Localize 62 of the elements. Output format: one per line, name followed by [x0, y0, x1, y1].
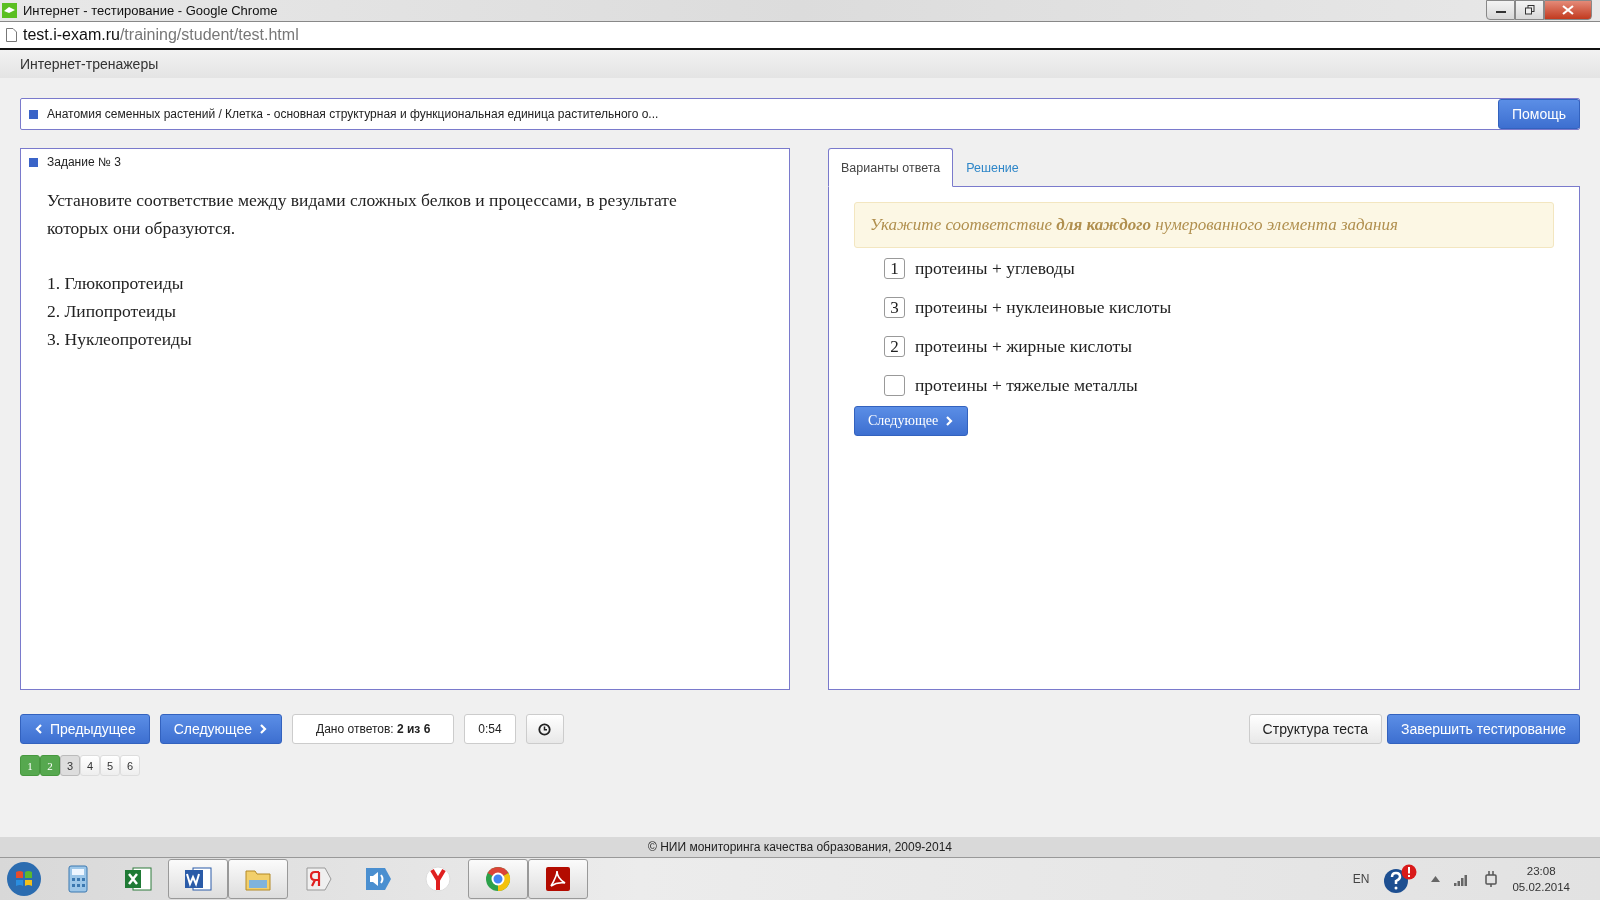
document-icon[interactable]	[183, 864, 213, 894]
answer-field[interactable]: 2	[884, 336, 905, 357]
chevron-right-icon	[944, 416, 955, 426]
browser-icon[interactable]	[303, 864, 333, 894]
browser-icon[interactable]	[423, 864, 453, 894]
action-button[interactable]: Структура теста	[1248, 714, 1382, 744]
app-icon	[2, 3, 17, 18]
answer-field[interactable]	[884, 375, 905, 396]
taskbar-button[interactable]	[168, 859, 228, 899]
clock[interactable]: 23:08 05.02.2014	[1512, 863, 1570, 895]
hint-text: Укажите соответствие для каждого нумерованного элемента задания	[854, 202, 1554, 248]
caret-up-icon[interactable]	[1431, 876, 1441, 882]
browser-icon[interactable]	[483, 864, 513, 894]
action-button[interactable]: Завершить тестирование	[1387, 714, 1580, 744]
answered-counter: Дано ответов: 2 из 6	[292, 714, 455, 744]
tab[interactable]: Варианты ответа	[828, 148, 954, 187]
page-icon	[6, 28, 17, 42]
task-item: 1. Глюкопротеиды	[47, 272, 185, 295]
next-button[interactable]: Следующее	[159, 714, 283, 744]
url-text[interactable]: test.i-exam.ru/training/student/test.html	[23, 26, 299, 44]
close-icon	[1562, 5, 1574, 15]
task-item: 2. Липопротеиды	[47, 300, 177, 323]
option-label: протеины + нуклеиновые кислоты	[915, 297, 1172, 318]
option-label: протеины + жирные кислоты	[915, 336, 1132, 357]
help-button[interactable]: Помощь	[1497, 99, 1580, 129]
page-button[interactable]: 3	[60, 755, 80, 776]
chevron-right-icon	[258, 724, 269, 734]
start-icon[interactable]	[6, 861, 42, 897]
breadcrumb-text: Анатомия семенных растений / Клетка - основная структурная и функциональная единица растительного о...	[47, 107, 660, 121]
answer-field[interactable]: 1	[884, 258, 905, 279]
taskbar-button[interactable]	[528, 859, 588, 899]
taskbar-button[interactable]	[468, 859, 528, 899]
previous-button[interactable]: Предыдущее	[20, 714, 150, 744]
minimize-button[interactable]	[1486, 0, 1515, 20]
chevron-left-icon	[34, 724, 44, 734]
square-icon	[29, 109, 38, 119]
restore-button[interactable]	[1515, 0, 1544, 20]
clock-icon	[538, 722, 552, 736]
page-button[interactable]: 4	[80, 755, 100, 776]
tab[interactable]: Решение	[953, 148, 1032, 187]
question-text: Установите соответствие между видами сложных белков и процессами, в результате которых они образуются.	[47, 189, 678, 240]
power-plug-icon[interactable]	[1484, 871, 1499, 887]
next-button[interactable]: Следующее	[854, 406, 969, 436]
timer: 0:54	[464, 714, 516, 744]
footer-text: © НИИ мониторинга качества образования, 2009-2014	[648, 840, 952, 854]
spreadsheet-icon[interactable]	[123, 864, 153, 894]
task-heading: Задание № 3	[47, 155, 121, 169]
option-label: протеины + углеводы	[915, 258, 1075, 279]
clock-button[interactable]	[525, 714, 564, 744]
close-button[interactable]	[1544, 0, 1592, 20]
language-indicator[interactable]: EN	[1352, 872, 1370, 886]
task-item: 3. Нуклеопротеиды	[47, 328, 193, 351]
restore-icon	[1524, 5, 1535, 15]
help-alert-icon[interactable]	[1383, 864, 1418, 894]
answer-field[interactable]: 3	[884, 297, 905, 318]
option-label: протеины + тяжелые металлы	[915, 375, 1138, 396]
page-button[interactable]: 5	[100, 755, 120, 776]
square-icon	[29, 157, 38, 167]
page-button[interactable]: 6	[120, 755, 140, 776]
window-title: Интернет - тестирование - Google Chrome	[23, 3, 279, 18]
pdf-icon[interactable]	[543, 864, 573, 894]
app-title: Интернет-тренажеры	[20, 56, 159, 72]
